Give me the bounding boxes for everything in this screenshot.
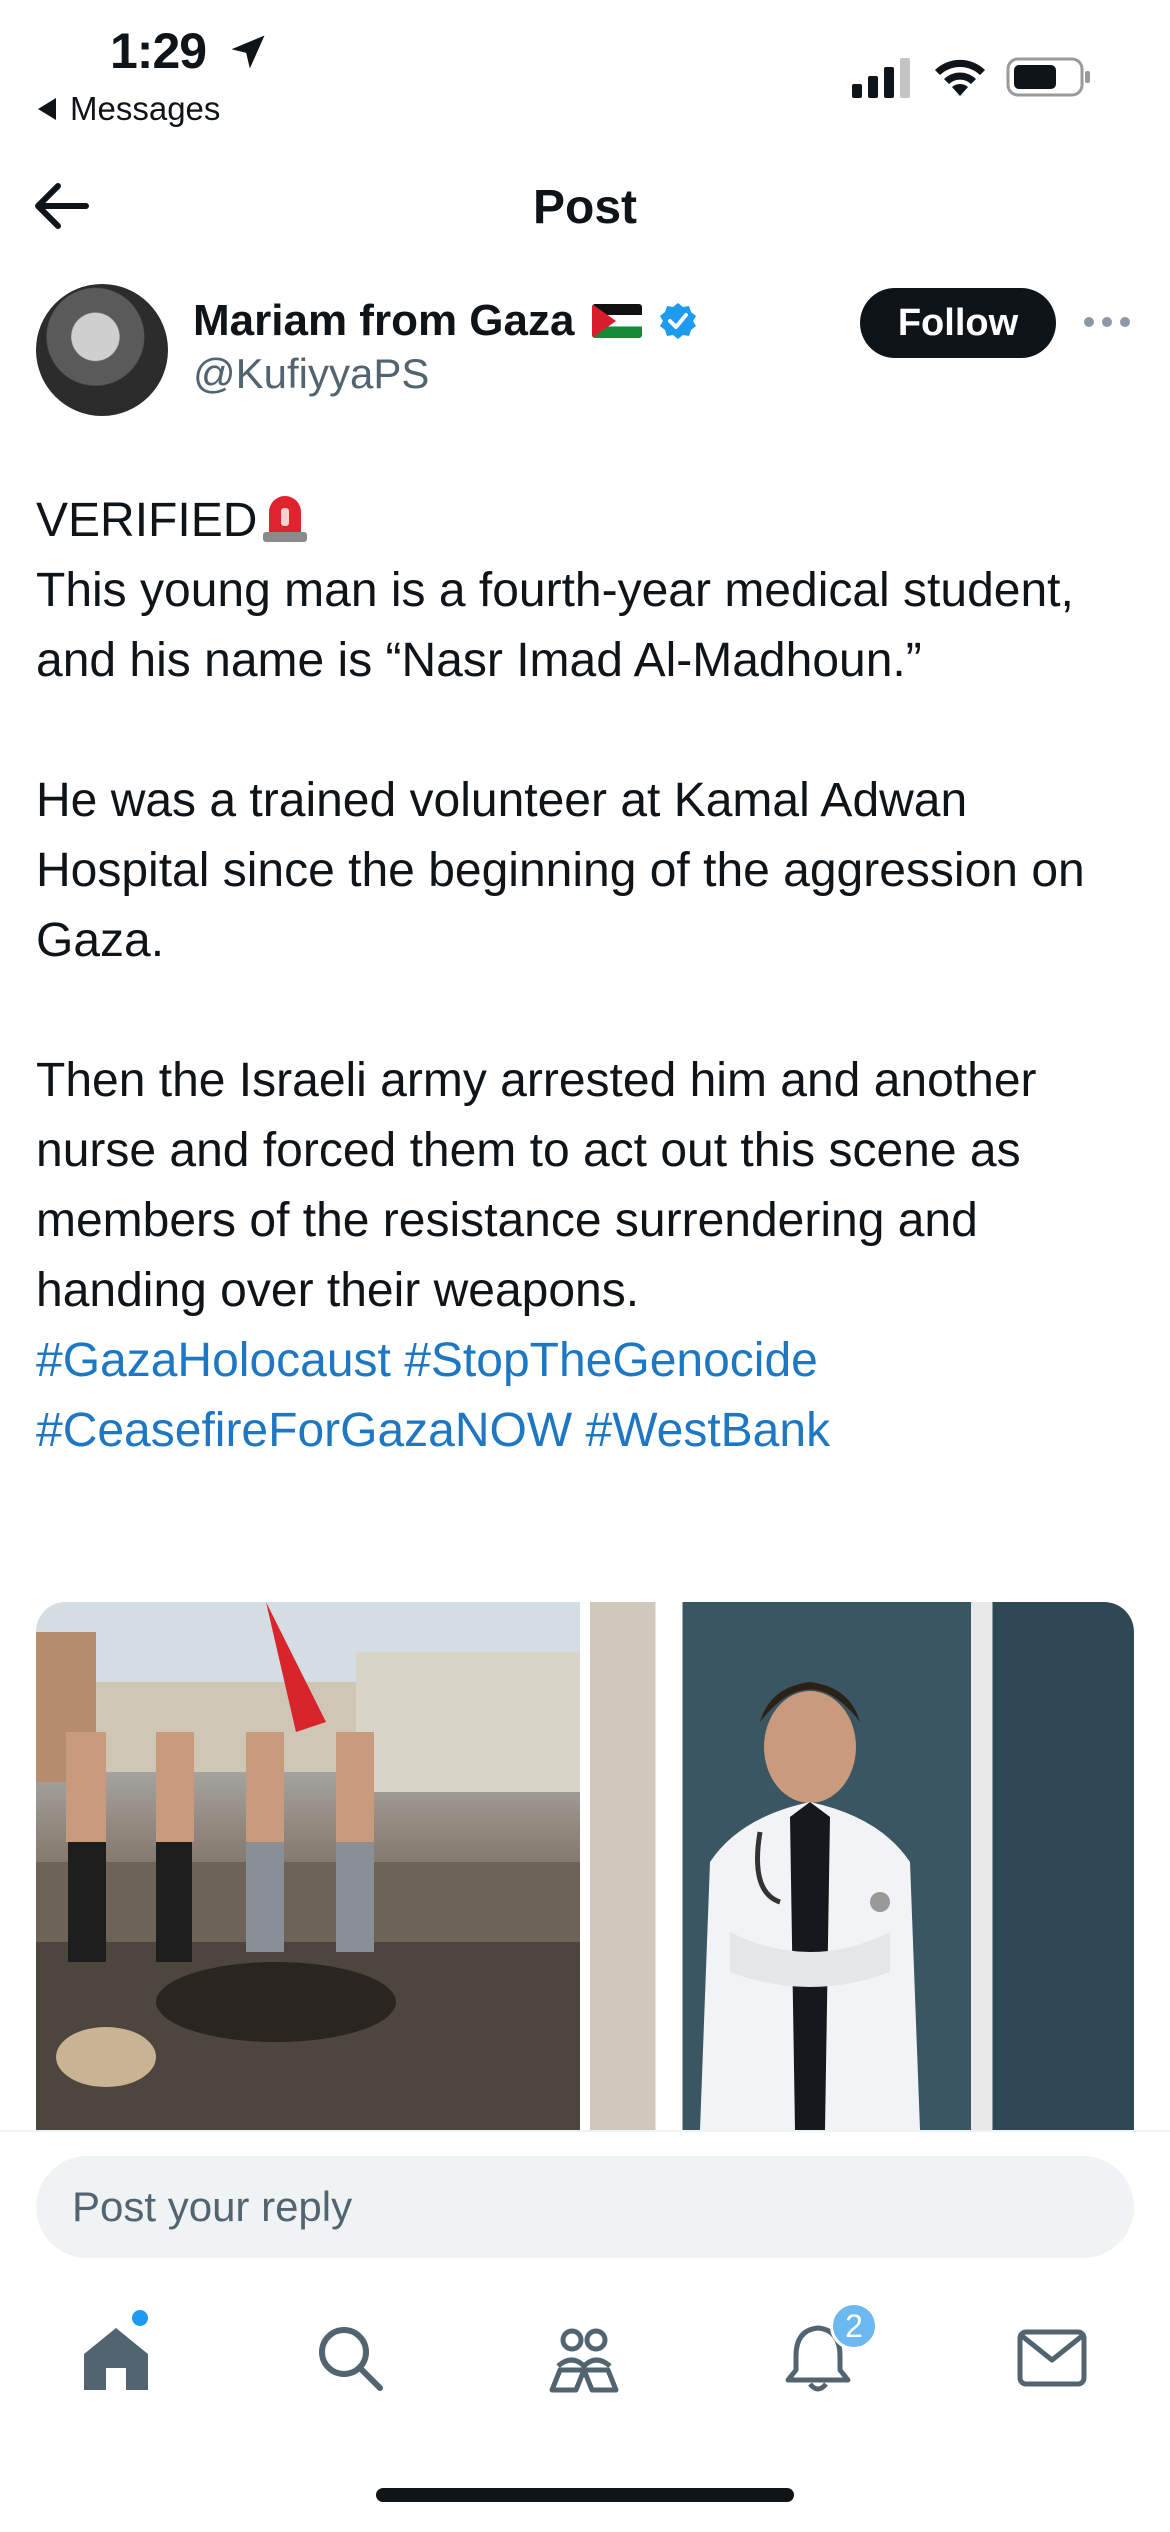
back-to-messages-label: Messages [70,90,221,127]
page-title: Post [532,181,637,234]
author-name: Mariam from Gaza [193,296,575,345]
home-indicator [376,2488,794,2502]
avatar[interactable] [36,284,168,416]
verified-badge-icon [660,303,697,339]
palestine-flag-icon [592,304,643,338]
hashtag-link[interactable]: #GazaHolocaust [36,1334,391,1387]
back-triangle-icon [38,98,56,120]
home-icon[interactable] [76,2318,156,2398]
hashtag-link[interactable]: #CeasefireForGazaNOW [36,1404,572,1457]
status-time: 1:29 [110,23,207,79]
communities-icon[interactable] [544,2318,624,2398]
rubble-scene-illustration [36,1602,580,2130]
photo-men-in-rubble[interactable] [36,1602,580,2130]
location-arrow-icon [231,35,265,69]
hashtag-list: #GazaHolocaust #StopTheGenocide #Ceasefi… [36,1326,1146,1466]
divider [0,2130,1170,2132]
post-paragraph-1: This young man is a fourth-year medical … [36,564,1074,687]
notification-count-badge: 2 [830,2302,878,2350]
doctor-portrait-illustration [700,1682,920,2130]
reply-input[interactable] [36,2156,1134,2258]
author-handle: @KufiyyaPS [193,350,430,397]
hashtag-link[interactable]: #StopTheGenocide [404,1334,818,1387]
hashtag-link[interactable]: #WestBank [586,1404,831,1457]
follow-button[interactable]: Follow [860,288,1056,358]
more-horizontal-icon[interactable] [1082,310,1132,334]
post-body: VERIFIED This young man is a fourth-year… [36,486,1146,1466]
post-line-verified: VERIFIED [36,486,1146,556]
battery-icon [1006,57,1090,97]
home-unread-dot [132,2310,148,2326]
status-bar: 1:29 Messages [0,0,1170,140]
author-name-row[interactable]: Mariam from Gaza [193,296,698,346]
wifi-icon [935,59,985,96]
post-media [36,1602,1134,2130]
messages-icon[interactable] [1012,2318,1092,2398]
back-to-messages-link[interactable]: Messages [38,90,220,128]
post-paragraph-3: Then the Israeli army arrested him and a… [36,1054,1037,1317]
post-paragraph-2: He was a trained volunteer at Kamal Adwa… [36,774,1085,967]
siren-icon [263,496,308,542]
search-icon[interactable] [310,2318,390,2398]
photo-medical-student[interactable] [590,1602,1134,2130]
cellular-signal-icon [852,58,910,98]
